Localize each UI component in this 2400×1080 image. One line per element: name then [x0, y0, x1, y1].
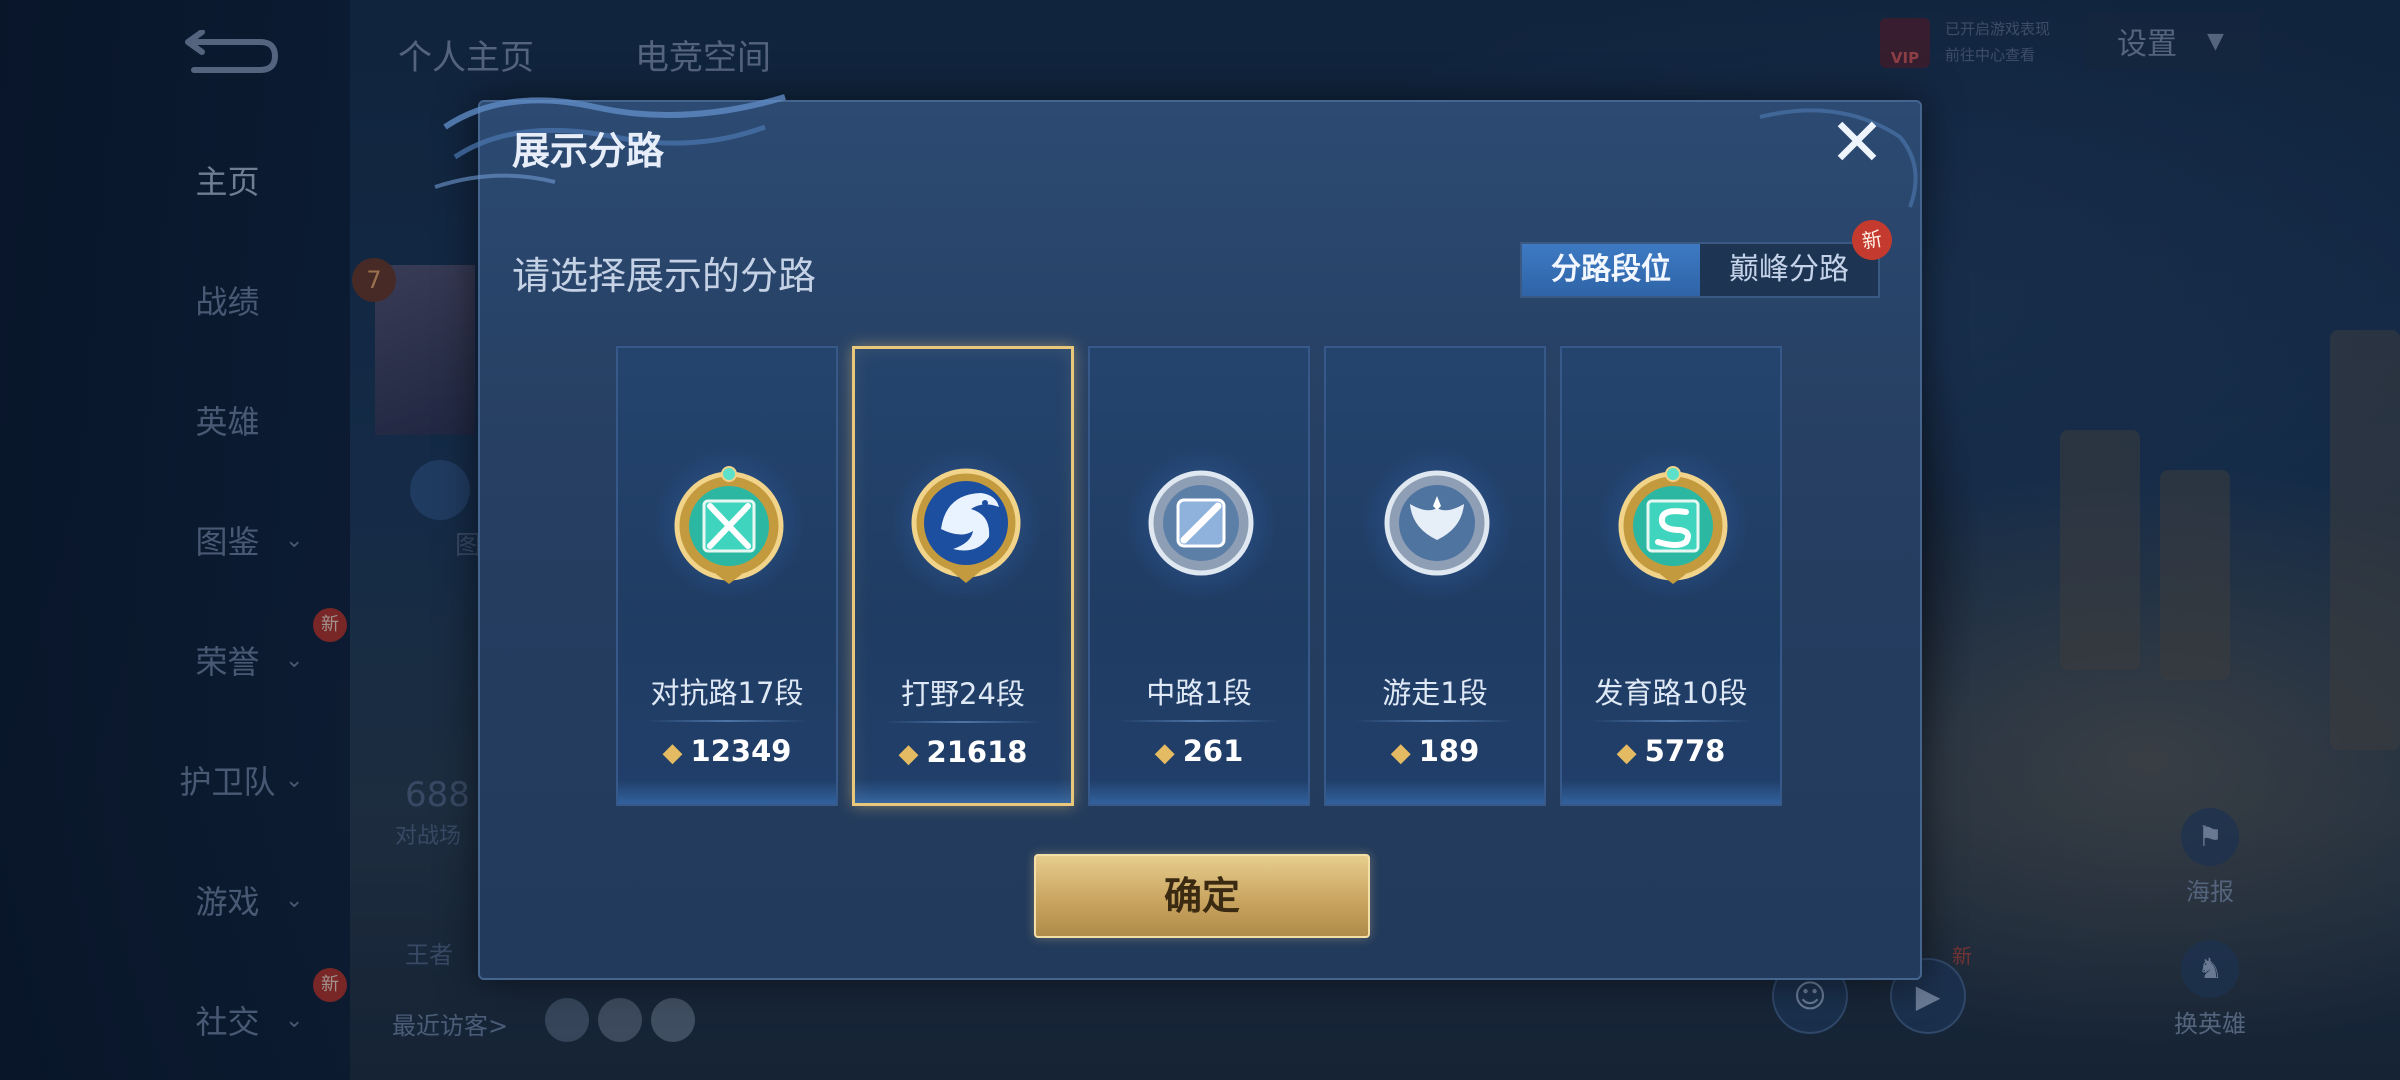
- tab-label: 巅峰分路: [1729, 252, 1849, 287]
- lane-card-roam[interactable]: 游走1段 ◆ 189: [1324, 346, 1546, 806]
- combat-power-icon: ◆: [1390, 738, 1411, 768]
- card-glow: [855, 779, 1071, 803]
- lane-card-mid[interactable]: 中路1段 ◆ 261: [1088, 346, 1310, 806]
- modal-title: 展示分路: [512, 129, 665, 173]
- lane-rank-label: 对抗路17段: [650, 676, 804, 710]
- lane-score-value: 261: [1182, 734, 1244, 768]
- divider: [1354, 720, 1516, 722]
- card-glow: [1562, 780, 1780, 804]
- lane-mode-tabs: 分路段位 巅峰分路 新: [1520, 216, 1896, 298]
- jungle-dragon-emblem-icon: [911, 468, 1021, 583]
- card-glow: [1326, 780, 1544, 804]
- lane-score: ◆ 189: [1326, 734, 1544, 768]
- lane-score-value: 12349: [690, 734, 792, 768]
- lane-card-jungle[interactable]: 打野24段 ◆ 21618: [852, 346, 1074, 806]
- lane-score: ◆ 21618: [855, 735, 1071, 769]
- lane-display-modal: 展示分路 ✕ 请选择展示的分路 分路段位 巅峰分路 新 对抗路17段 ◆ 123…: [434, 94, 1922, 980]
- tab-label: 分路段位: [1551, 252, 1671, 287]
- divider: [1118, 720, 1280, 722]
- tab-peak-lane[interactable]: 巅峰分路 新: [1700, 216, 1896, 296]
- lane-rank-label: 游走1段: [1382, 676, 1488, 710]
- tab-lane-rank[interactable]: 分路段位: [1522, 244, 1700, 296]
- clash-lane-emblem-icon: [674, 466, 784, 584]
- close-icon: ✕: [1829, 104, 1885, 181]
- card-glow: [1090, 780, 1308, 804]
- lane-score: ◆ 12349: [618, 734, 836, 768]
- combat-power-icon: ◆: [1616, 738, 1637, 768]
- close-button[interactable]: ✕: [1826, 110, 1888, 176]
- lane-score: ◆ 5778: [1562, 734, 1780, 768]
- lane-score-value: 21618: [926, 735, 1028, 769]
- combat-power-icon: ◆: [662, 738, 683, 768]
- selection-prompt: 请选择展示的分路: [512, 254, 817, 298]
- lane-card-clash[interactable]: 对抗路17段 ◆ 12349: [616, 346, 838, 806]
- roam-wings-emblem-icon: [1384, 470, 1490, 576]
- lane-score-value: 5778: [1644, 734, 1726, 768]
- divider: [646, 720, 808, 722]
- divider: [1590, 720, 1752, 722]
- lane-rank-label: 打野24段: [901, 677, 1025, 711]
- lane-card-farm[interactable]: 发育路10段 ◆ 5778: [1560, 346, 1782, 806]
- mid-lane-emblem-icon: [1148, 470, 1254, 576]
- card-glow: [618, 780, 836, 804]
- confirm-button[interactable]: 确定: [1034, 854, 1370, 938]
- lane-rank-label: 中路1段: [1146, 676, 1252, 710]
- farm-lane-emblem-icon: [1618, 466, 1728, 584]
- combat-power-icon: ◆: [1154, 738, 1175, 768]
- lane-rank-label: 发育路10段: [1594, 676, 1748, 710]
- combat-power-icon: ◆: [898, 739, 919, 769]
- lane-score-value: 189: [1418, 734, 1480, 768]
- lane-score: ◆ 261: [1090, 734, 1308, 768]
- divider: [883, 721, 1043, 723]
